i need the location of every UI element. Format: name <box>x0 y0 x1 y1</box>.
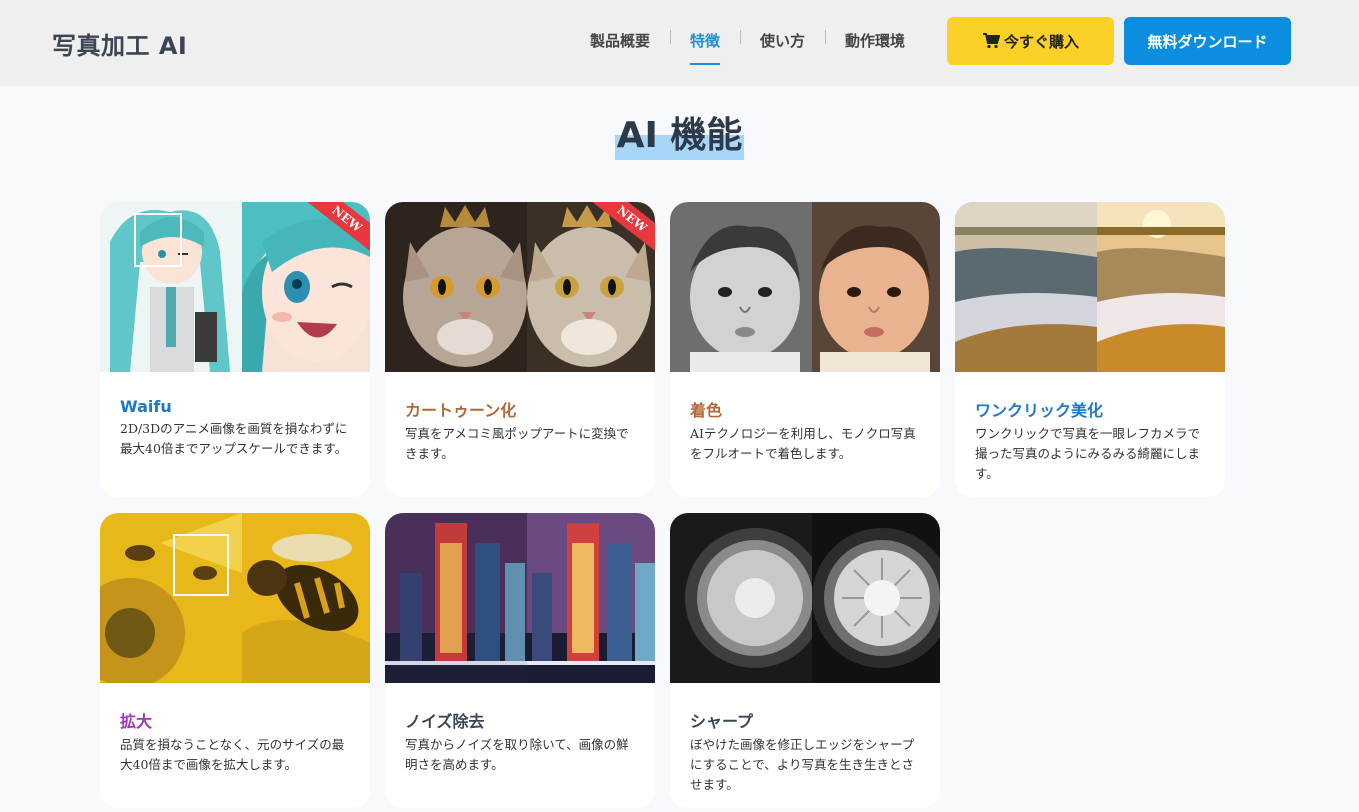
free-download-button[interactable]: 無料ダウンロード <box>1124 17 1291 65</box>
headlight-sharp-image <box>812 513 940 683</box>
card-title: Waifu <box>120 397 172 416</box>
card-description: 2D/3Dのアニメ画像を画質を損なわずに最大40倍までアップスケールできます。 <box>120 421 348 456</box>
bee-after-image <box>242 513 370 683</box>
free-download-label: 無料ダウンロード <box>1147 32 1268 51</box>
headlight-blurry-image <box>670 513 812 683</box>
card-title: ワンクリック美化 <box>975 401 1104 420</box>
colorize-comparison-image <box>670 202 940 372</box>
beach-before-image <box>955 202 1097 372</box>
feature-card-sharpen[interactable]: シャープ ぼやけた画像を修正しエッジをシャープにすることで、より写真を生き生きと… <box>670 513 940 808</box>
feature-card-cartoon[interactable]: NEW カートゥーン化 写真をアメコミ風ポップアートに変換できます。 <box>385 202 655 497</box>
main-nav: 製品概要 特徴 使い方 動作環境 <box>570 0 925 86</box>
city-noisy-image <box>385 513 527 683</box>
section-heading-wrap: AI 機能 <box>0 104 1359 160</box>
buy-now-label: 今すぐ購入 <box>1003 32 1079 51</box>
anime-before-image <box>100 202 242 372</box>
card-title: 拡大 <box>120 712 153 731</box>
card-title: ノイズ除去 <box>405 712 485 731</box>
nav-item-requirements[interactable]: 動作環境 <box>825 0 925 86</box>
card-title: シャープ <box>690 712 754 731</box>
section-title: AI 機能 <box>614 104 745 160</box>
baby-color-image <box>812 202 940 372</box>
site-logo[interactable]: 写真加工 AI <box>52 26 187 61</box>
cat-before-image <box>385 202 527 372</box>
enhance-comparison-image <box>955 202 1225 372</box>
feature-card-waifu[interactable]: NEW Waifu 2D/3Dのアニメ画像を画質を損なわずに最大40倍までアップ… <box>100 202 370 497</box>
feature-card-denoise[interactable]: ノイズ除去 写真からノイズを取り除いて、画像の鮮明さを高めます。 <box>385 513 655 808</box>
upscale-comparison-image <box>100 513 370 683</box>
beach-after-image <box>1097 202 1225 372</box>
feature-card-enhance[interactable]: ワンクリック美化 ワンクリックで写真を一眼レフカメラで撮った写真のようにみるみる… <box>955 202 1225 497</box>
cartoon-comparison-image: NEW <box>385 202 655 372</box>
top-navigation-bar: 写真加工 AI 製品概要 特徴 使い方 動作環境 今すぐ購入 無料ダウンロード <box>0 0 1359 86</box>
card-title: カートゥーン化 <box>405 401 517 420</box>
nav-item-overview[interactable]: 製品概要 <box>570 0 670 86</box>
card-description: AIテクノロジーを利用し、モノクロ写真をフルオートで着色します。 <box>690 426 916 461</box>
card-description: ワンクリックで写真を一眼レフカメラで撮った写真のようにみるみる綺麗にします。 <box>975 426 1201 481</box>
cart-icon <box>982 33 1000 49</box>
baby-bw-image <box>670 202 812 372</box>
denoise-comparison-image <box>385 513 655 683</box>
feature-card-colorize[interactable]: 着色 AIテクノロジーを利用し、モノクロ写真をフルオートで着色します。 <box>670 202 940 497</box>
feature-card-upscale[interactable]: 拡大 品質を損なうことなく、元のサイズの最大40倍まで画像を拡大します。 <box>100 513 370 808</box>
nav-item-howto[interactable]: 使い方 <box>740 0 825 86</box>
card-title: 着色 <box>690 401 723 420</box>
sharpen-comparison-image <box>670 513 940 683</box>
card-description: 写真をアメコミ風ポップアートに変換できます。 <box>405 426 629 461</box>
card-description: 品質を損なうことなく、元のサイズの最大40倍まで画像を拡大します。 <box>120 737 345 772</box>
card-description: ぼやけた画像を修正しエッジをシャープにすることで、より写真を生き生きとさせます。 <box>690 737 915 792</box>
buy-now-button[interactable]: 今すぐ購入 <box>947 17 1114 65</box>
waifu-comparison-image: NEW <box>100 202 370 372</box>
nav-item-features[interactable]: 特徴 <box>670 0 740 86</box>
bee-before-image <box>100 513 242 683</box>
city-clean-image <box>527 513 655 683</box>
card-description: 写真からノイズを取り除いて、画像の鮮明さを高めます。 <box>405 737 629 772</box>
